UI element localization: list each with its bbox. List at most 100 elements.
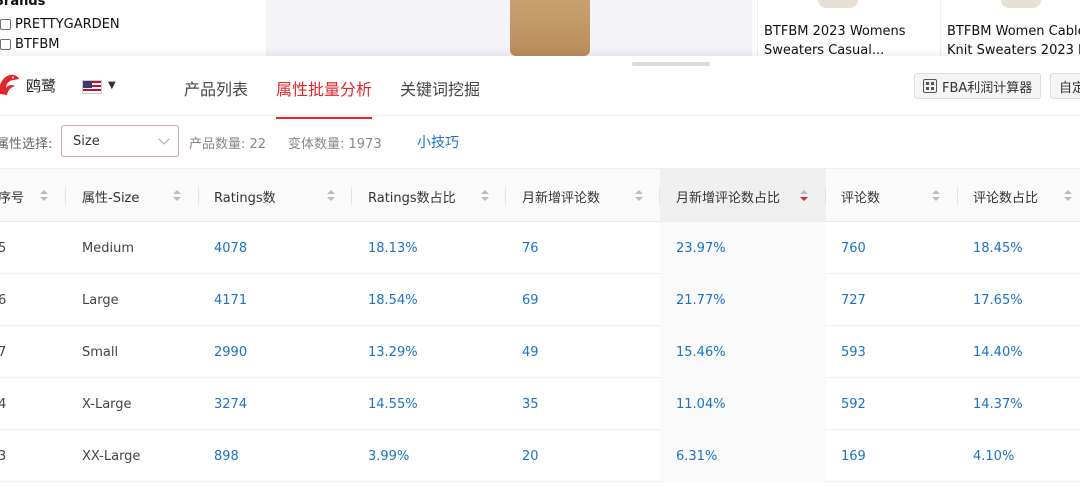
cell-reviews[interactable]: 592 (841, 378, 866, 430)
cell-ratings[interactable]: 3274 (214, 378, 247, 430)
sort-icon[interactable] (932, 190, 940, 202)
sort-icon[interactable] (327, 190, 335, 202)
sort-icon[interactable] (481, 190, 489, 202)
caret-down-icon[interactable]: ▼ (108, 80, 116, 91)
fba-calculator-label: FBA利润计算器 (942, 80, 1033, 96)
cell-reviews[interactable]: 760 (841, 222, 866, 274)
analysis-panel: 鸥鹭 ▼ 产品列表 属性批量分析 关键词挖掘 FBA利润计算器 自定 属性选择:… (0, 56, 1080, 495)
cell-monthly-reviews-pct[interactable]: 6.31% (676, 430, 717, 482)
brand-checkbox-row[interactable]: PRETTYGARDEN (0, 17, 120, 32)
sweater-figure (510, 0, 590, 56)
cell-ratings-pct[interactable]: 13.29% (368, 326, 418, 378)
brand-checkbox[interactable] (0, 39, 11, 50)
table-row[interactable]: 5 Medium 4078 18.13% 76 23.97% 760 18.45% (0, 222, 1080, 274)
brand-label: BTFBM (15, 37, 60, 52)
cell-monthly-reviews-pct[interactable]: 23.97% (676, 222, 726, 274)
cell-reviews-pct[interactable]: 14.37% (973, 378, 1023, 430)
cell-reviews-pct[interactable]: 17.65% (973, 274, 1023, 326)
tab-keyword-mining[interactable]: 关键词挖掘 (400, 76, 480, 100)
custom-button[interactable]: 自定 (1050, 73, 1080, 99)
variant-count: 变体数量: 1973 (288, 137, 382, 152)
brands-title: Brands (0, 0, 46, 9)
cell-reviews-pct[interactable]: 14.40% (973, 326, 1023, 378)
us-flag-icon[interactable] (82, 80, 102, 94)
product-image[interactable] (266, 0, 752, 56)
cell-monthly-reviews[interactable]: 20 (522, 430, 539, 482)
table-row[interactable]: 7 Small 2990 13.29% 49 15.46% 593 14.40% (0, 326, 1080, 378)
brands-filter: Brands PRETTYGARDEN BTFBM (0, 0, 265, 56)
cell-reviews-pct[interactable]: 18.45% (973, 222, 1023, 274)
cell-monthly-reviews[interactable]: 76 (522, 222, 539, 274)
column-header-ratings-pct[interactable]: Ratings数占比 (352, 169, 506, 223)
cell-monthly-reviews[interactable]: 49 (522, 326, 539, 378)
cell-reviews[interactable]: 169 (841, 430, 866, 482)
table-row[interactable]: 4 X-Large 3274 14.55% 35 11.04% 592 14.37% (0, 378, 1080, 430)
cell-ratings-pct[interactable]: 18.13% (368, 222, 418, 274)
filter-row: 属性选择: Size 产品数量: 22 变体数量: 1973 小技巧 (0, 116, 1080, 168)
cell-ratings[interactable]: 2990 (214, 326, 247, 378)
column-header-reviews-pct[interactable]: 评论数占比 (958, 169, 1080, 223)
brand-checkbox-row[interactable]: BTFBM (0, 37, 59, 52)
panel-header: 鸥鹭 ▼ 产品列表 属性批量分析 关键词挖掘 FBA利润计算器 自定 (0, 56, 1080, 119)
calculator-icon (923, 79, 937, 93)
cell-ratings[interactable]: 4171 (214, 274, 247, 326)
cell-monthly-reviews[interactable]: 35 (522, 378, 539, 430)
product-thumbnail (1001, 0, 1041, 8)
sort-icon[interactable] (1064, 190, 1072, 202)
cell-size: Small (82, 344, 119, 360)
sort-icon[interactable] (173, 190, 181, 202)
cell-size: XX-Large (82, 448, 141, 464)
cell-monthly-reviews-pct[interactable]: 21.77% (676, 274, 726, 326)
cell-size: X-Large (82, 396, 132, 412)
brand-checkbox[interactable] (0, 19, 11, 30)
cell-reviews[interactable]: 727 (841, 274, 866, 326)
column-header-index[interactable]: 序号 (0, 169, 66, 223)
tab-product-list[interactable]: 产品列表 (184, 76, 248, 100)
cell-size: Medium (82, 240, 134, 256)
cell-index: 3 (0, 448, 7, 464)
tab-attribute-analysis[interactable]: 属性批量分析 (276, 76, 373, 119)
product-count: 产品数量: 22 (189, 137, 267, 152)
product-card-title[interactable]: BTFBM 2023 Womens Sweaters Casual... (764, 22, 906, 56)
cell-ratings[interactable]: 4078 (214, 222, 247, 274)
product-card[interactable]: BTFBM 2023 Womens Sweaters Casual... (757, 0, 927, 56)
attribute-select-value: Size (73, 133, 100, 149)
cell-ratings-pct[interactable]: 14.55% (368, 378, 418, 430)
table-row[interactable]: 3 XX-Large 898 3.99% 20 6.31% 169 4.10% (0, 430, 1080, 482)
sort-desc-icon[interactable] (800, 190, 808, 202)
logo: 鸥鹭 (0, 72, 56, 98)
fba-calculator-button[interactable]: FBA利润计算器 (914, 73, 1042, 99)
tips-link[interactable]: 小技巧 (417, 132, 459, 152)
brand-label: PRETTYGARDEN (15, 17, 120, 32)
table-row[interactable]: 6 Large 4171 18.54% 69 21.77% 727 17.65% (0, 274, 1080, 326)
cell-monthly-reviews[interactable]: 69 (522, 274, 539, 326)
cell-index: 4 (0, 396, 7, 412)
column-header-size[interactable]: 属性-Size (66, 169, 199, 223)
cell-ratings[interactable]: 898 (214, 430, 239, 482)
chevron-down-icon (158, 133, 170, 145)
cell-index: 7 (0, 344, 7, 360)
background-page-strip: Brands PRETTYGARDEN BTFBM BTFBM 2023 Wom… (0, 0, 1080, 56)
column-header-monthly-reviews-pct[interactable]: 月新增评论数占比 (660, 169, 826, 223)
cell-size: Large (82, 292, 119, 308)
cell-ratings-pct[interactable]: 18.54% (368, 274, 418, 326)
cell-reviews[interactable]: 593 (841, 326, 866, 378)
cell-monthly-reviews-pct[interactable]: 11.04% (676, 378, 726, 430)
column-header-reviews[interactable]: 评论数 (826, 169, 958, 223)
product-card[interactable]: BTFBM Women Cable Knit Sweaters 2023 Fa (940, 0, 1080, 56)
attribute-select[interactable]: Size (61, 125, 179, 157)
cell-index: 5 (0, 240, 7, 256)
cell-reviews-pct[interactable]: 4.10% (973, 430, 1014, 482)
attribute-select-label: 属性选择: (0, 137, 53, 152)
cell-monthly-reviews-pct[interactable]: 15.46% (676, 326, 726, 378)
cell-ratings-pct[interactable]: 3.99% (368, 430, 409, 482)
column-header-ratings[interactable]: Ratings数 (199, 169, 352, 223)
sort-icon[interactable] (635, 190, 643, 202)
table-header: 序号 属性-Size Ratings数 Ratings数占比 月新增评论数 月新… (0, 168, 1080, 223)
column-header-monthly-reviews[interactable]: 月新增评论数 (506, 169, 660, 223)
cell-index: 6 (0, 292, 7, 308)
product-thumbnail (818, 0, 858, 8)
logo-name: 鸥鹭 (26, 76, 57, 95)
sort-icon[interactable] (40, 190, 48, 202)
product-card-title[interactable]: BTFBM Women Cable Knit Sweaters 2023 Fa (947, 22, 1080, 56)
